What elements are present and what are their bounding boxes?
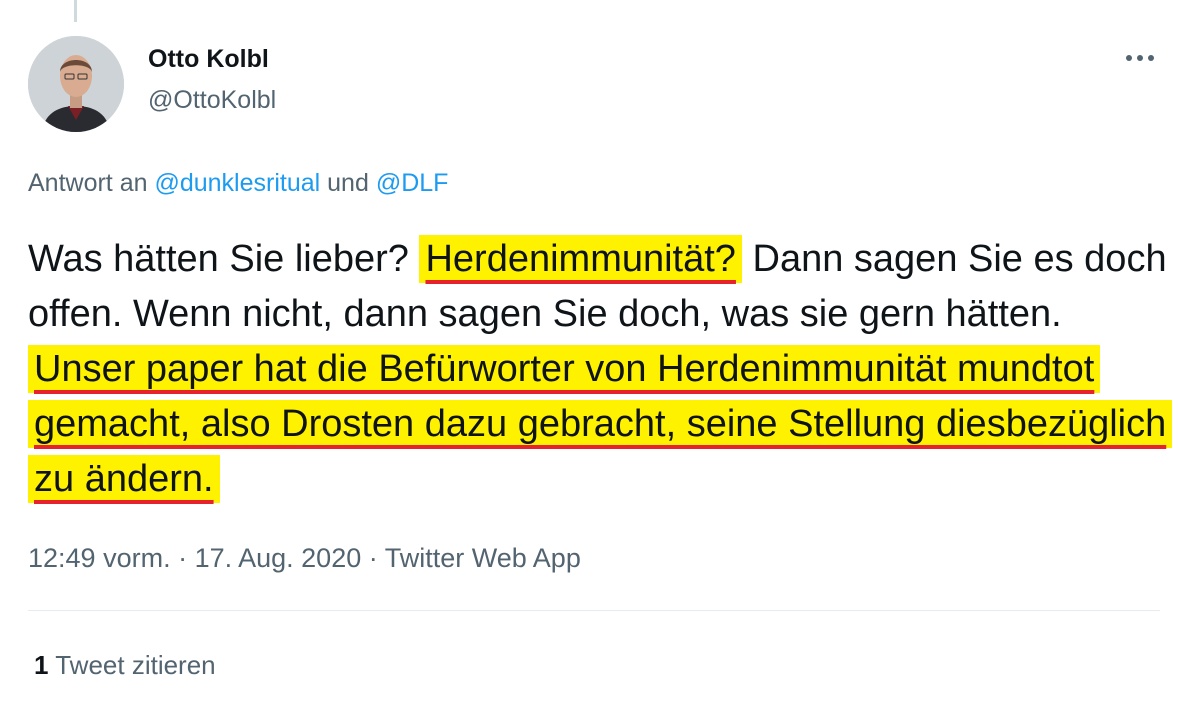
mention-link[interactable]: @DLF	[376, 169, 449, 197]
quote-tweets-link[interactable]: 1 Tweet zitieren	[34, 650, 216, 681]
tweet-text: Was hätten Sie lieber? Herdenimmunität? …	[28, 232, 1173, 507]
meta-separator: ·	[170, 543, 195, 573]
author-handle[interactable]: @OttoKolbl	[148, 86, 276, 115]
more-dots-icon	[1126, 55, 1154, 61]
tweet-metadata: 12:49 vorm. · 17. Aug. 2020 · Twitter We…	[28, 543, 581, 574]
reply-joiner: und	[320, 169, 376, 197]
thread-connector-line	[74, 0, 77, 22]
quote-label: Tweet zitieren	[48, 650, 216, 680]
tweet-date[interactable]: 17. Aug. 2020	[195, 543, 362, 573]
tweet-time[interactable]: 12:49 vorm.	[28, 543, 171, 573]
quote-count: 1	[34, 650, 49, 680]
avatar[interactable]	[28, 36, 124, 132]
avatar-image	[28, 36, 124, 132]
divider	[28, 610, 1160, 611]
meta-separator: ·	[361, 543, 385, 573]
tweet-text-segment: Was hätten Sie lieber?	[28, 238, 420, 280]
reply-prefix: Antwort an	[28, 169, 155, 197]
highlighted-text: Unser paper hat die Befürworter von Herd…	[28, 345, 1173, 503]
tweet-source[interactable]: Twitter Web App	[385, 543, 581, 573]
reply-context: Antwort an @dunklesritual und @DLF	[28, 169, 448, 198]
more-options-button[interactable]	[1118, 40, 1162, 76]
mention-link[interactable]: @dunklesritual	[154, 169, 320, 197]
highlighted-text: Herdenimmunität?	[419, 235, 742, 283]
author-name[interactable]: Otto Kolbl	[148, 45, 269, 74]
